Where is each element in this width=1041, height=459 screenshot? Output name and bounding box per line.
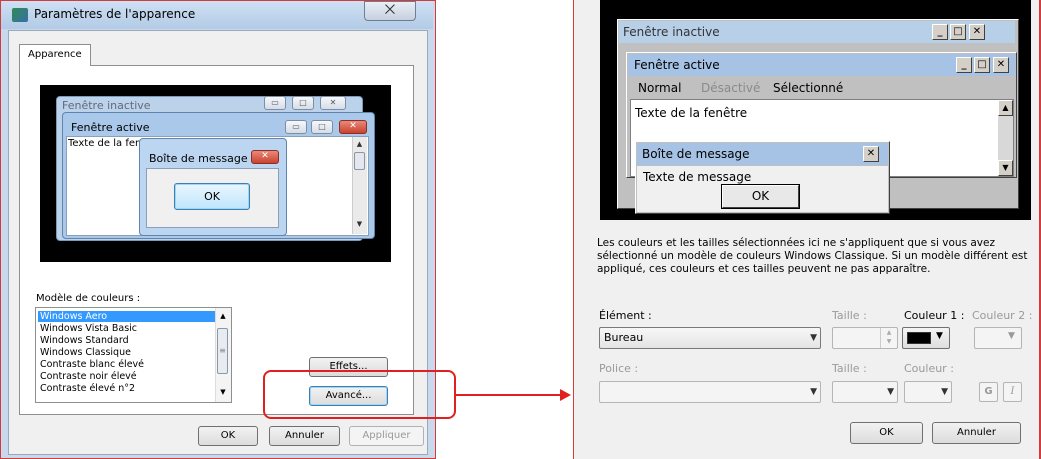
display-settings-icon [12, 8, 28, 22]
menu-item-normal[interactable]: Normal [638, 81, 681, 95]
minimize-icon: _ [956, 57, 972, 73]
spinner-icon: ▲ ▼ [880, 328, 897, 348]
preview-window-text: Texte de la fenêtre [68, 138, 148, 149]
preview-active-title: Fenêtre active [71, 121, 150, 134]
bold-button[interactable]: G [979, 382, 998, 402]
list-item[interactable]: Contraste blanc élevé [38, 359, 217, 370]
scroll-up-icon[interactable]: ▲ [998, 100, 1013, 116]
chevron-down-icon: ▼ [936, 331, 943, 341]
classic-active-title: Fenêtre active [634, 58, 720, 72]
close-button[interactable]: ⨉ [364, 1, 416, 21]
arrow-head-icon [560, 389, 571, 401]
annotation-arrow [454, 394, 562, 396]
ok-button[interactable]: OK [850, 422, 923, 444]
menu-item-selected[interactable]: Sélectionné [773, 81, 843, 95]
ok-button[interactable]: OK [198, 426, 258, 446]
maximize-icon: □ [311, 120, 333, 134]
list-item[interactable]: Windows Vista Basic [38, 323, 217, 334]
close-icon: ✕ [969, 24, 985, 40]
close-icon: ✕ [251, 150, 279, 164]
minimize-icon: ▭ [285, 120, 307, 134]
chevron-down-icon: ▼ [810, 333, 817, 343]
font-label: Police : [599, 362, 639, 375]
minimize-icon: ▭ [264, 96, 286, 110]
tab-apparence[interactable]: Apparence [19, 44, 91, 66]
color1-swatch [907, 332, 931, 344]
close-icon: ✕ [320, 96, 346, 110]
font-size-select[interactable]: ▼ [832, 381, 898, 403]
list-item[interactable]: Windows Classique [38, 347, 217, 358]
info-text: Les couleurs et les tailles sélectionnée… [597, 237, 1028, 275]
list-item[interactable]: Contraste noir élevé [38, 371, 217, 382]
element-select-value: Bureau [604, 331, 644, 344]
chevron-down-icon: ▼ [810, 387, 817, 397]
font-color-picker[interactable]: ▼ [904, 381, 952, 403]
classic-inactive-title: Fenêtre inactive [623, 25, 720, 39]
classic-message-title: Boîte de message [642, 147, 750, 161]
close-icon: ✕ [339, 120, 367, 134]
size-label: Taille : [832, 309, 867, 322]
italic-button[interactable]: I [1003, 382, 1022, 402]
scroll-up-icon[interactable]: ▲ [215, 312, 231, 320]
classic-ok-button[interactable]: OK [721, 184, 800, 209]
element-select[interactable]: Bureau ▼ [599, 327, 821, 349]
maximize-icon: □ [292, 96, 314, 110]
scroll-down-icon: ▼ [356, 220, 363, 228]
preview-ok-button: OK [174, 183, 250, 210]
menu-item-disabled[interactable]: Désactivé [701, 81, 760, 95]
scroll-down-icon[interactable]: ▼ [215, 388, 231, 396]
cancel-button[interactable]: Annuler [932, 422, 1021, 444]
maximize-icon: □ [974, 57, 990, 73]
minimize-icon: _ [932, 24, 948, 40]
annotation-highlight [263, 370, 456, 419]
color-scheme-label: Modèle de couleurs : [36, 293, 141, 304]
scroll-down-icon[interactable]: ▼ [998, 160, 1013, 176]
element-label: Élément : [599, 309, 652, 322]
scroll-thumb [354, 152, 365, 170]
cancel-button[interactable]: Annuler [269, 426, 340, 446]
font-select[interactable]: ▼ [599, 381, 821, 403]
window-title: Paramètres de l'apparence [34, 7, 196, 21]
apply-button[interactable]: Appliquer [349, 426, 424, 446]
close-icon: ✕ [993, 57, 1009, 73]
list-item[interactable]: Windows Aero [38, 311, 217, 322]
list-item[interactable]: Contraste élevé n°2 [38, 383, 217, 394]
size-stepper[interactable]: ▲ ▼ [832, 327, 898, 349]
close-icon: ✕ [863, 146, 879, 162]
font-color-label: Couleur : [904, 362, 954, 375]
maximize-icon: □ [950, 24, 966, 40]
chevron-down-icon: ▼ [887, 387, 894, 397]
chevron-down-icon: ▼ [941, 387, 948, 397]
classic-window-text: Texte de la fenêtre [635, 106, 748, 120]
scroll-thumb[interactable]: ≡ [217, 328, 228, 374]
chevron-down-icon: ▼ [1008, 331, 1015, 341]
font-size-label: Taille : [832, 362, 867, 375]
list-item[interactable]: Windows Standard [38, 335, 217, 346]
preview-message-title: Boîte de message [149, 152, 248, 165]
color1-label: Couleur 1 : [904, 309, 965, 322]
color2-label: Couleur 2 : [972, 309, 1033, 322]
preview-inactive-title: Fenêtre inactive [62, 99, 151, 112]
classic-message-text: Texte de message [643, 170, 752, 184]
scroll-up-icon: ▲ [356, 140, 363, 148]
